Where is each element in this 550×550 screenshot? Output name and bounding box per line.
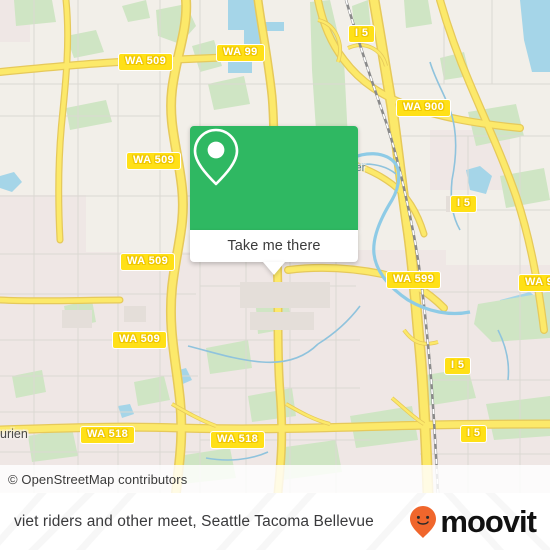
road-shield: WA 509 (126, 152, 182, 170)
road-shield: WA 509 (112, 331, 168, 349)
footer-bar: viet riders and other meet, Seattle Taco… (0, 493, 550, 550)
road-shield: WA 900 (396, 99, 452, 117)
road-shield: I 5 (460, 425, 488, 443)
popup-icon-area (190, 126, 358, 230)
road-shield: I 5 (444, 357, 472, 375)
road-shield: WA 518 (80, 426, 136, 444)
place-label: urien (0, 427, 28, 441)
moovit-logo[interactable]: moovit (408, 493, 537, 550)
road-shield: WA 599 (386, 271, 442, 289)
moovit-pin-icon (410, 505, 437, 538)
road-shield: WA 518 (210, 431, 266, 449)
footer-caption: viet riders and other meet, Seattle Taco… (14, 512, 374, 530)
popup-tail (263, 262, 285, 275)
moovit-map-screenshot: WA 509 WA 99 I 5 WA 900 WA 509 I 5 WA 509 WA 59… (0, 0, 550, 550)
take-me-there-label: Take me there (227, 238, 321, 254)
moovit-wordmark: moovit (440, 504, 537, 539)
location-popup-card[interactable]: Take me there (190, 126, 358, 275)
road-shield: WA 509 (120, 253, 176, 271)
road-shield: I 5 (450, 195, 478, 213)
road-shield: WA 99 (216, 44, 265, 62)
take-me-there-button[interactable]: Take me there (190, 230, 358, 275)
road-shield: I 5 (348, 25, 376, 43)
road-shield: WA 509 (118, 53, 174, 71)
road-shield: WA 900 (518, 274, 550, 292)
map-pin-icon (193, 128, 239, 186)
map-canvas[interactable]: WA 509 WA 99 I 5 WA 900 WA 509 I 5 WA 509 WA 59… (0, 0, 550, 493)
attribution-bar: © OpenStreetMap contributors (0, 465, 550, 493)
attribution-text[interactable]: © OpenStreetMap contributors (0, 472, 187, 487)
